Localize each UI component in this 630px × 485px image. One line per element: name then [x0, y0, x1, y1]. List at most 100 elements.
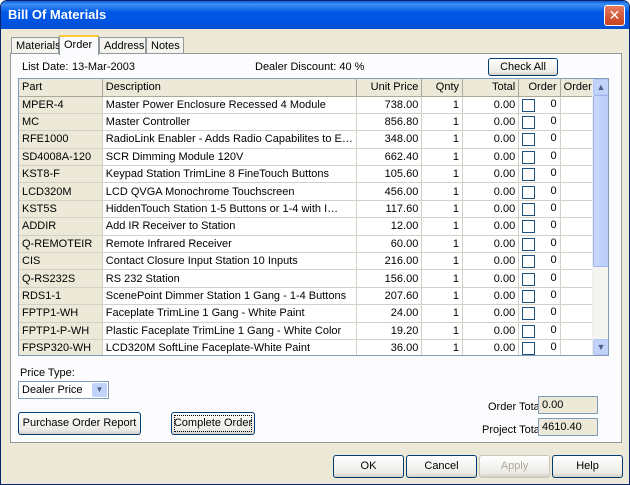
complete-order-button[interactable]: Complete Order	[171, 412, 255, 435]
table-row[interactable]: RFE1000 RadioLink Enabler - Adds Radio Ca…	[19, 130, 608, 149]
chevron-up-icon[interactable]: ▲	[593, 79, 608, 95]
cell-order[interactable]: 0	[518, 148, 561, 167]
cell-order[interactable]: 0	[518, 235, 561, 254]
column-header-part[interactable]: Part	[19, 79, 103, 97]
cell-qnty[interactable]: 1	[421, 287, 463, 306]
tab-order[interactable]: Order	[59, 35, 99, 55]
column-header-order[interactable]: Order	[518, 79, 561, 97]
cell-order[interactable]: 0	[518, 182, 561, 201]
tab-materials[interactable]: Materials	[11, 37, 61, 54]
column-header-total[interactable]: Total	[462, 79, 520, 97]
order-checkbox[interactable]	[522, 168, 536, 182]
table-row[interactable]: RDS1-1 ScenePoint Dimmer Station 1 Gang -…	[19, 287, 608, 306]
help-button[interactable]: Help	[552, 455, 623, 478]
cell-order[interactable]: 0	[518, 217, 561, 236]
cell-order[interactable]: 0	[518, 287, 561, 306]
order-checkbox[interactable]	[522, 272, 536, 286]
order-count: 0	[550, 132, 557, 145]
cell-order[interactable]: 0	[518, 130, 561, 149]
order-checkbox[interactable]	[522, 133, 536, 147]
cell-qnty[interactable]: 1	[421, 252, 463, 271]
chevron-down-icon[interactable]: ▼	[593, 339, 608, 355]
column-header-description[interactable]: Description	[102, 79, 357, 97]
cell-part: FPTP1-WH	[19, 304, 103, 323]
order-count: 0	[550, 202, 557, 215]
scrollbar-thumb[interactable]	[593, 95, 608, 267]
cell-unit-price: 24.00	[356, 304, 423, 323]
cell-order[interactable]: 0	[518, 96, 561, 114]
price-type-select[interactable]: Dealer Price ▼	[18, 381, 109, 399]
order-checkbox[interactable]	[522, 324, 536, 338]
cell-qnty[interactable]: 1	[421, 269, 463, 288]
chevron-down-icon[interactable]: ▼	[92, 383, 107, 397]
cell-qnty[interactable]: 1	[421, 217, 463, 236]
cell-qnty[interactable]: 1	[421, 200, 463, 219]
cell-unit-price: 19.20	[356, 322, 423, 340]
cell-description: RadioLink Enabler - Adds Radio Capabilit…	[102, 130, 357, 149]
cell-total: 0.00	[462, 96, 520, 114]
cell-order[interactable]: 0	[518, 269, 561, 288]
cell-order[interactable]: 0	[518, 304, 561, 323]
window-title: Bill Of Materials	[8, 7, 107, 22]
cell-qnty[interactable]: 1	[421, 322, 463, 340]
cell-qnty[interactable]: 1	[421, 96, 463, 114]
table-row[interactable]: KST8-F Keypad Station TrimLine 8 FineTouc…	[19, 165, 608, 184]
table-row[interactable]: Q-RS232SRS 232 Station156.0010.0000	[19, 269, 608, 288]
cell-qnty[interactable]: 1	[421, 304, 463, 323]
order-checkbox[interactable]	[522, 116, 536, 130]
grid-vertical-scrollbar[interactable]: ▲ ▼	[592, 79, 608, 355]
order-checkbox[interactable]	[522, 289, 536, 303]
cell-order[interactable]: 0	[518, 252, 561, 271]
cell-qnty[interactable]: 1	[421, 130, 463, 149]
order-checkbox[interactable]	[522, 150, 536, 164]
cell-order[interactable]: 0	[518, 322, 561, 340]
order-checkbox[interactable]	[522, 185, 536, 199]
cell-qnty[interactable]: 1	[421, 113, 463, 132]
cancel-button[interactable]: Cancel	[406, 455, 477, 478]
table-row[interactable]: KST5S HiddenTouch Station 1-5 Buttons or …	[19, 200, 608, 219]
order-checkbox[interactable]	[522, 220, 536, 234]
order-checkbox[interactable]	[522, 237, 536, 251]
column-header-qnty[interactable]: Qnty	[421, 79, 463, 97]
order-checkbox[interactable]	[522, 203, 536, 217]
close-icon[interactable]: ✕	[604, 5, 625, 26]
cell-qnty[interactable]: 1	[421, 339, 463, 355]
table-row[interactable]: FPTP1-P-WH Plastic Faceplate TrimLine 1 G…	[19, 322, 608, 340]
order-total-field: 0.00	[538, 396, 598, 414]
table-row[interactable]: CIS Contact Closure Input Station 10 Inpu…	[19, 252, 608, 271]
cell-order[interactable]: 0	[518, 339, 561, 355]
table-row[interactable]: MPER-4 Master Power Enclosure Recessed 4 …	[19, 96, 608, 114]
cell-part: RFE1000	[19, 130, 103, 149]
check-all-button[interactable]: Check All	[488, 58, 558, 76]
cell-description: Plastic Faceplate TrimLine 1 Gang - Whit…	[102, 322, 357, 340]
cell-order[interactable]: 0	[518, 113, 561, 132]
cell-part: FPTP1-P-WH	[19, 322, 103, 340]
cell-total: 0.00	[462, 182, 520, 201]
cell-qnty[interactable]: 1	[421, 165, 463, 184]
order-checkbox[interactable]	[522, 98, 536, 112]
table-row[interactable]: FPTP1-WH Faceplate TrimLine 1 Gang - Whit…	[19, 304, 608, 323]
order-checkbox[interactable]	[522, 255, 536, 269]
table-row[interactable]: SD4008A-120 SCR Dimming Module 120V 662.40…	[19, 148, 608, 167]
tab-notes[interactable]: Notes	[146, 37, 184, 54]
order-count: 0	[550, 115, 557, 128]
table-row[interactable]: MCMaster Controller856.8010.0000	[19, 113, 608, 132]
tab-address[interactable]: Address	[99, 37, 146, 54]
cell-qnty[interactable]: 1	[421, 182, 463, 201]
table-row[interactable]: LCD320M LCD QVGA Monochrome Touchscreen 45…	[19, 182, 608, 201]
order-checkbox[interactable]	[522, 307, 536, 321]
table-row[interactable]: FPSP320-WH LCD320M SoftLine Faceplate-Whi…	[19, 339, 608, 355]
cell-qnty[interactable]: 1	[421, 235, 463, 254]
ok-button[interactable]: OK	[333, 455, 404, 478]
table-row[interactable]: ADDIR Add IR Receiver to Station 12.00 1 0.0…	[19, 217, 608, 236]
apply-button[interactable]: Apply	[479, 455, 550, 478]
column-header-unit-price[interactable]: Unit Price	[356, 79, 423, 97]
order-checkbox[interactable]	[522, 342, 536, 355]
purchase-order-report-button[interactable]: Purchase Order Report	[18, 412, 141, 435]
cell-description: LCD QVGA Monochrome Touchscreen	[102, 182, 357, 201]
cell-description: LCD320M SoftLine Faceplate-White Paint	[102, 339, 357, 355]
table-row[interactable]: Q-REMOTEIR Remote Infrared Receiver 60.00 1…	[19, 235, 608, 254]
cell-order[interactable]: 0	[518, 200, 561, 219]
cell-order[interactable]: 0	[518, 165, 561, 184]
cell-qnty[interactable]: 1	[421, 148, 463, 167]
